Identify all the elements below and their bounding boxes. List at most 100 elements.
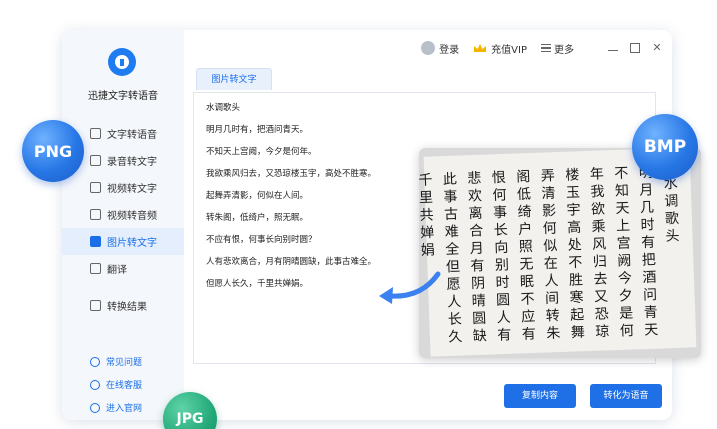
help-link-label: 在线客服 — [106, 381, 143, 391]
calligraphy-char: 几 — [640, 200, 655, 216]
close-button[interactable]: ✕ — [652, 42, 662, 53]
poem-text: 水调歌头 明月几时有，把酒问青天。 不知天上宫阙，今夕是何年。 我欲乘风归去，又恐琼楼… — [206, 101, 376, 299]
calligraphy-char: 青 — [643, 305, 658, 321]
recorder-icon — [90, 155, 101, 166]
calligraphy-char: 歌 — [665, 211, 680, 227]
calligraphy-char: 圆 — [496, 292, 511, 308]
online-support-link[interactable]: 在线客服 — [90, 373, 142, 396]
calligraphy-char: 问 — [643, 287, 658, 303]
calligraphy-char: 不 — [614, 166, 629, 182]
calligraphy-char: 此 — [443, 172, 458, 188]
nav-item-video-to-text[interactable]: 视频转文字 — [62, 174, 184, 201]
poem-line: 转朱阁，低绮户，照无眠。 — [206, 213, 309, 223]
calligraphy-char: 阙 — [617, 253, 632, 269]
poem-line: 我欲乘风归去，又恐琼楼玉宇，高处不胜寒。 — [206, 169, 377, 179]
calligraphy-char: 起 — [570, 307, 585, 323]
calligraphy-char: 恐 — [594, 306, 609, 322]
calligraphy-char: 阁 — [516, 169, 531, 185]
calligraphy-char: 有 — [470, 258, 485, 274]
monitor-icon — [90, 402, 100, 413]
nav-item-video-to-audio[interactable]: 视频转音频 — [62, 201, 184, 228]
calligraphy-char: 有 — [522, 326, 537, 342]
official-site-link[interactable]: 进入官网 — [90, 396, 142, 419]
calligraphy-char: 恨 — [492, 170, 507, 186]
calligraphy-char: 合 — [469, 223, 484, 239]
calligraphy-char: 时 — [640, 217, 655, 233]
calligraphy-char: 酒 — [642, 270, 657, 286]
calligraphy-char: 何 — [542, 221, 557, 237]
calligraphy-char: 弄 — [541, 168, 556, 184]
calligraphy-char: 上 — [616, 218, 631, 234]
calligraphy-char: 朱 — [546, 326, 561, 342]
calligraphy-char: 天 — [644, 322, 659, 338]
nav-item-label: 录音转文字 — [107, 157, 157, 168]
faq-link[interactable]: 常见问题 — [90, 350, 142, 373]
calligraphy-char: 长 — [448, 311, 463, 327]
tab-image-to-text[interactable]: 图片转文字 — [196, 68, 272, 90]
calligraphy-char: 舞 — [571, 325, 586, 341]
poem-line: 明月几时有，把酒问青天。 — [206, 125, 309, 135]
convert-to-speech-button[interactable]: 转化为语音 — [590, 384, 662, 408]
calligraphy-char: 风 — [592, 236, 607, 252]
help-links: 常见问题 在线客服 进入官网 — [90, 350, 142, 419]
vip-label: 充值VIP — [491, 44, 527, 56]
nav-item-label: 图片转文字 — [107, 238, 157, 249]
calligraphy-char: 悲 — [467, 170, 482, 187]
calligraphy-char: 今 — [618, 271, 633, 287]
calligraphy-char: 月 — [470, 241, 485, 257]
calligraphy-char: 年 — [590, 166, 605, 182]
calligraphy-char: 离 — [468, 205, 483, 222]
nav-item-label: 视频转音频 — [107, 211, 157, 222]
calligraphy-char: 又 — [594, 289, 609, 305]
nav-item-label: 视频转文字 — [107, 184, 157, 195]
nav-divider — [62, 282, 184, 292]
poem-line: 但愿人长久，千里共婵娟。 — [206, 279, 309, 289]
calligraphy-char: 眠 — [520, 274, 535, 290]
more-label: 更多 — [554, 44, 574, 56]
calligraphy-char: 户 — [518, 220, 533, 237]
calligraphy-char: 古 — [444, 207, 459, 223]
calligraphy-char: 去 — [593, 271, 608, 287]
nav-item-translate[interactable]: 翻译 — [62, 255, 184, 282]
calligraphy-char: 夕 — [618, 288, 633, 304]
poem-line: 不应有恨，何事长向别时圆？ — [206, 235, 317, 245]
menu-icon — [541, 44, 551, 52]
minimize-button[interactable] — [608, 45, 618, 51]
calligraphy-char: 有 — [641, 235, 656, 251]
calligraphy-char: 别 — [495, 257, 510, 273]
calligraphy-char: 处 — [568, 237, 583, 253]
app-logo-icon — [108, 48, 136, 76]
question-icon — [90, 356, 100, 367]
login-button[interactable]: 登录 — [421, 41, 459, 56]
calligraphy-char: 全 — [445, 241, 460, 258]
calligraphy-char: 人 — [496, 310, 511, 326]
top-bar: 登录 充值VIP 更多 ✕ — [184, 30, 672, 66]
calligraphy-char: 事 — [493, 205, 508, 221]
window-controls: ✕ — [596, 42, 662, 53]
calligraphy-char: 缺 — [473, 328, 488, 344]
nav-item-image-to-text[interactable]: 图片转文字 — [62, 228, 184, 255]
sidebar: 迅捷文字转语音 文字转语音 录音转文字 视频转文字 视频转音频 图片转文字 翻译… — [62, 30, 184, 420]
copy-content-button[interactable]: 复制内容 — [504, 384, 576, 408]
calligraphy-char: 人 — [447, 294, 462, 310]
calligraphy-char: 影 — [542, 203, 557, 219]
nav-item-results[interactable]: 转换结果 — [62, 292, 184, 319]
maximize-button[interactable] — [630, 43, 640, 53]
calligraphy-char: 有 — [497, 327, 512, 343]
calligraphy-char: 我 — [590, 184, 605, 200]
calligraphy-char: 何 — [492, 187, 507, 203]
poem-line: 起舞弄清影，何似在人间。 — [206, 191, 309, 201]
calligraphy-char: 里 — [419, 190, 433, 206]
headset-icon — [90, 379, 100, 390]
calligraphy-char: 千 — [419, 172, 433, 188]
poem-line: 人有悲欢离合，月有阴晴圆缺，此事古难全。 — [206, 257, 377, 267]
calligraphy-char: 阴 — [471, 276, 486, 292]
nav-item-label: 文字转语音 — [107, 130, 157, 141]
more-menu-button[interactable]: 更多 — [541, 41, 574, 56]
calligraphy-char: 绮 — [517, 204, 532, 220]
image-icon — [90, 236, 101, 247]
calligraphy-char: 事 — [443, 189, 458, 205]
calligraphy-char: 天 — [615, 201, 630, 217]
vip-button[interactable]: 充值VIP — [473, 41, 527, 56]
calligraphy-char: 宇 — [566, 202, 581, 218]
